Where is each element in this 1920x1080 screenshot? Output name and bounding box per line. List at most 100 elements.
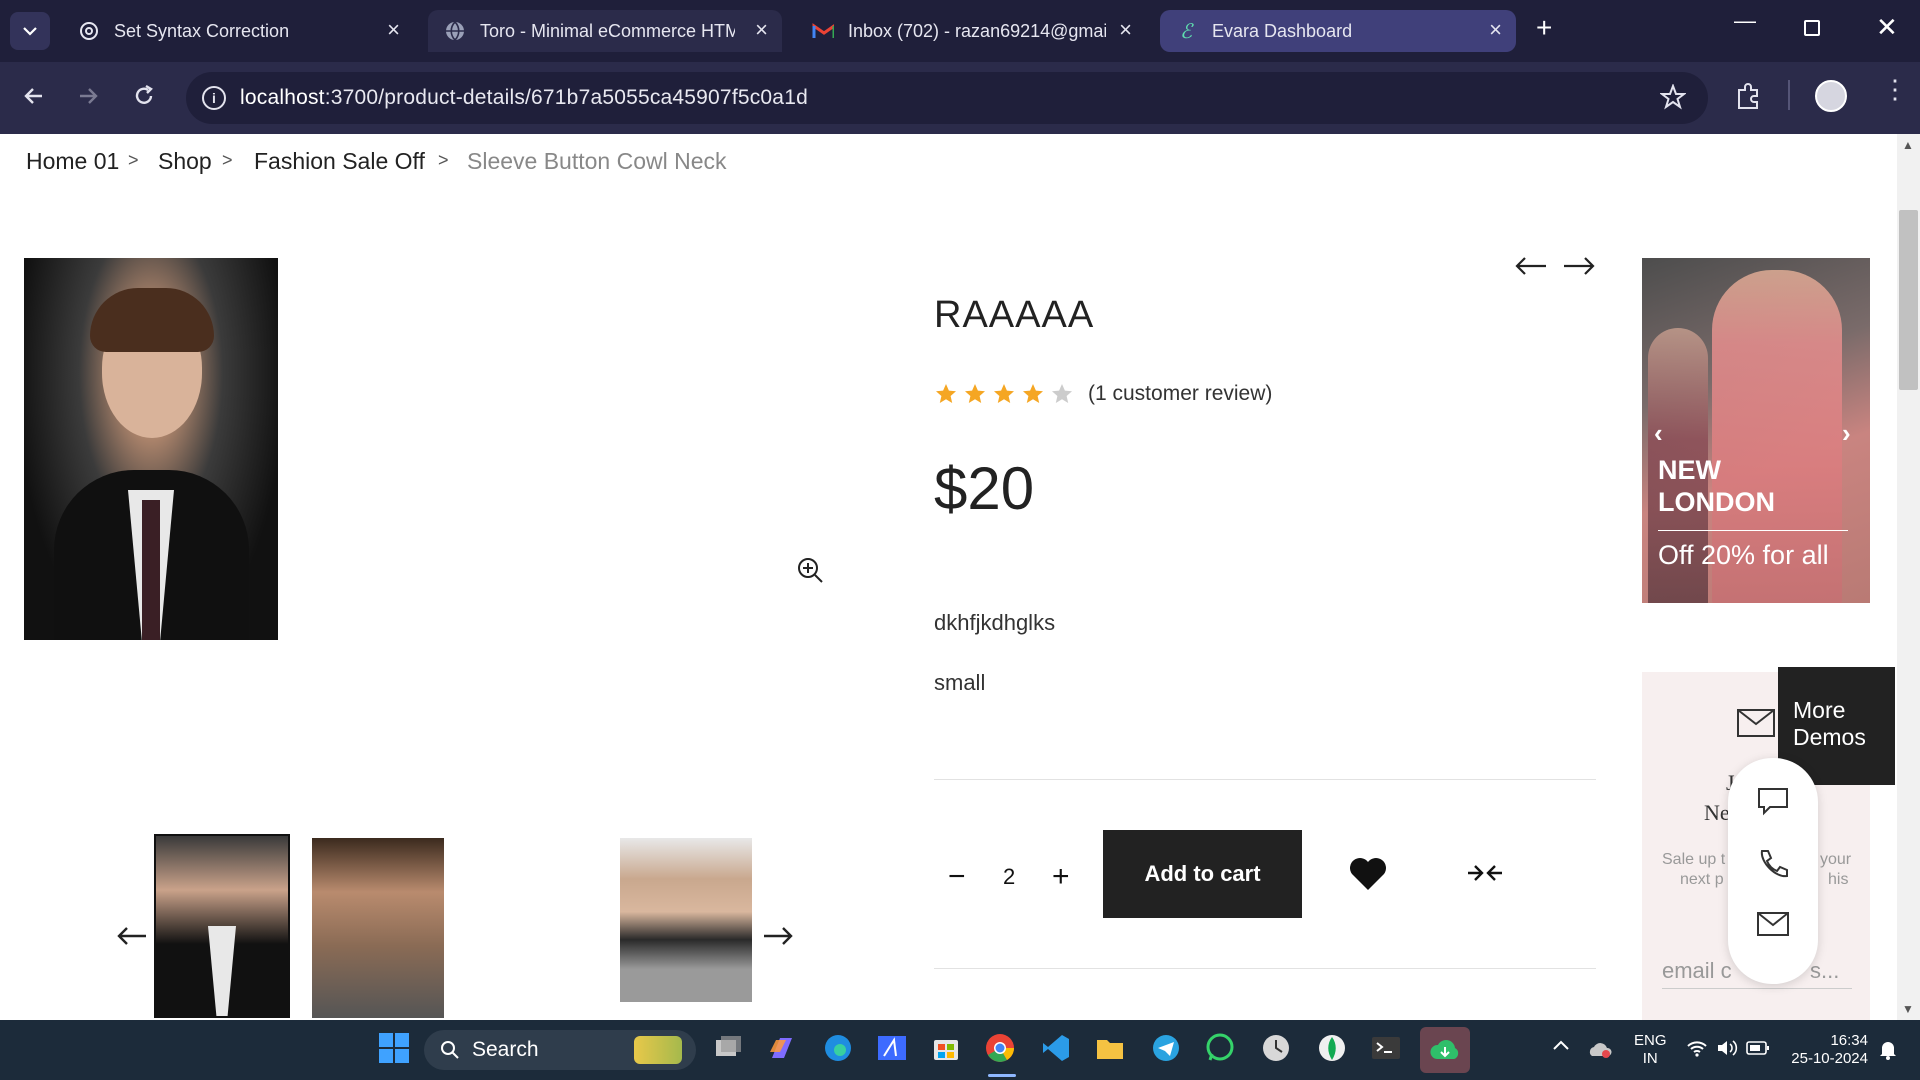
email-placeholder-part: email c (1662, 958, 1732, 983)
phone-icon[interactable] (1756, 848, 1790, 882)
microsoft-store-icon[interactable] (930, 1032, 966, 1068)
editor-app-icon[interactable] (876, 1032, 912, 1068)
product-size: small (934, 670, 986, 695)
windows-start-icon[interactable] (378, 1032, 414, 1068)
site-info-icon[interactable]: i (202, 86, 226, 110)
tab-gmail[interactable]: Inbox (702) - razan69214@gmail.c × (796, 10, 1146, 52)
url-text[interactable]: localhost:3700/product-details/671b7a505… (240, 86, 808, 110)
wishlist-heart-icon[interactable] (1348, 856, 1388, 892)
star-icon (994, 384, 1014, 403)
scroll-up-arrow-icon[interactable]: ▲ (1902, 138, 1914, 152)
bookmark-star-icon[interactable] (1659, 83, 1687, 115)
product-thumbnail[interactable] (312, 838, 444, 1018)
task-view-icon[interactable] (712, 1032, 748, 1068)
profile-avatar[interactable] (1815, 80, 1847, 112)
quantity-value[interactable]: 2 (1003, 864, 1015, 890)
clock-app-icon[interactable] (1260, 1032, 1296, 1068)
breadcrumb-home[interactable]: Home 01 (26, 148, 119, 175)
window-close-button[interactable]: ✕ (1876, 12, 1898, 43)
back-button[interactable] (22, 84, 46, 112)
star-icon (936, 384, 956, 403)
address-bar[interactable]: i localhost:3700/product-details/671b7a5… (186, 72, 1708, 124)
volume-icon[interactable] (1716, 1038, 1738, 1063)
edge-icon[interactable] (822, 1032, 858, 1068)
newsletter-email-input[interactable]: email c s... (1662, 958, 1839, 984)
more-menu-icon[interactable]: ⋮ (1882, 76, 1908, 102)
scrollbar-thumb[interactable] (1899, 210, 1918, 390)
onedrive-icon[interactable] (1588, 1038, 1612, 1065)
extensions-icon[interactable] (1734, 82, 1762, 115)
tab-set-syntax[interactable]: Set Syntax Correction × (62, 10, 414, 52)
globe-icon (444, 20, 466, 42)
reload-button[interactable] (132, 84, 156, 112)
tab-search-button[interactable] (10, 12, 50, 50)
quantity-decrease-button[interactable]: − (948, 862, 966, 892)
thumbnail-prev-arrow-icon[interactable] (116, 924, 148, 948)
system-clock[interactable]: 16:34 25-10-2024 (1790, 1032, 1868, 1068)
zoom-in-icon[interactable] (796, 556, 824, 584)
notification-bell-icon[interactable] (1878, 1038, 1898, 1065)
product-details-page: Home 01 > Shop > Fashion Sale Off > Slee… (0, 134, 1897, 1020)
add-to-cart-button[interactable]: Add to cart (1103, 830, 1302, 918)
product-main-image[interactable] (24, 258, 278, 640)
mail-icon (1737, 709, 1775, 737)
forward-button[interactable] (76, 84, 100, 112)
previous-product-arrow-icon[interactable] (1514, 254, 1548, 278)
banner-prev-icon[interactable]: ‹ (1654, 418, 1663, 449)
chat-icon[interactable] (1756, 786, 1790, 816)
windows-taskbar: Search ENG IN 16:34 25-10-2024 (0, 1020, 1920, 1080)
gmail-icon (812, 20, 834, 42)
close-icon[interactable]: × (755, 19, 768, 41)
reviews-link[interactable]: (1 customer review) (1088, 382, 1272, 406)
evara-icon: ℰ (1176, 20, 1198, 42)
compare-icon[interactable] (1466, 860, 1504, 886)
whatsapp-icon[interactable] (1204, 1032, 1240, 1068)
more-demos-line1: More (1793, 697, 1846, 723)
tab-evara-dashboard[interactable]: ℰ Evara Dashboard × (1160, 10, 1516, 52)
tray-expand-icon[interactable] (1552, 1038, 1570, 1057)
product-thumbnail[interactable] (154, 834, 290, 1018)
battery-icon[interactable] (1746, 1040, 1770, 1061)
email-underline (1662, 988, 1852, 989)
breadcrumb-shop[interactable]: Shop (158, 148, 212, 175)
breadcrumb-separator: > (438, 150, 449, 170)
copilot-icon[interactable] (766, 1032, 802, 1068)
banner-headline: NEW LONDON (1658, 454, 1775, 518)
language-indicator[interactable]: ENG IN (1634, 1032, 1667, 1068)
mail-icon[interactable] (1756, 910, 1790, 938)
banner-line1: NEW (1658, 455, 1721, 485)
banner-next-icon[interactable]: › (1842, 418, 1851, 449)
search-icon (441, 1041, 459, 1059)
divider (934, 968, 1596, 969)
clock-time: 16:34 (1830, 1032, 1868, 1049)
restore-button[interactable] (1804, 20, 1820, 36)
reload-icon (135, 84, 153, 104)
thumbnail-next-arrow-icon[interactable] (762, 924, 794, 948)
cloud-download-app-icon[interactable] (1420, 1027, 1470, 1073)
chrome-icon[interactable] (984, 1032, 1020, 1068)
product-thumbnail[interactable] (620, 838, 752, 1002)
newsletter-sub-part: your (1820, 851, 1852, 868)
file-explorer-icon[interactable] (1094, 1032, 1130, 1068)
close-icon[interactable]: × (387, 19, 400, 41)
newsletter-sub-part: Sale up t (1662, 851, 1726, 868)
quantity-increase-button[interactable]: + (1052, 862, 1070, 892)
close-icon[interactable]: × (1489, 19, 1502, 41)
url-host: localhost (240, 86, 325, 109)
vscode-icon[interactable] (1040, 1032, 1076, 1068)
minimize-button[interactable]: — (1734, 8, 1756, 34)
taskbar-search[interactable]: Search (424, 1030, 696, 1070)
tab-title: Set Syntax Correction (114, 20, 290, 41)
wifi-icon[interactable] (1686, 1038, 1708, 1063)
promo-banner[interactable]: ‹ › NEW LONDON Off 20% for all (1642, 258, 1870, 603)
breadcrumb-category[interactable]: Fashion Sale Off (254, 148, 425, 175)
mongodb-compass-icon[interactable] (1316, 1032, 1352, 1068)
terminal-icon[interactable] (1370, 1032, 1406, 1068)
telegram-icon[interactable] (1150, 1032, 1186, 1068)
scroll-down-arrow-icon[interactable]: ▼ (1902, 1002, 1914, 1016)
close-icon[interactable]: × (1119, 19, 1132, 41)
new-tab-button[interactable]: + (1536, 12, 1552, 44)
tab-toro[interactable]: Toro - Minimal eCommerce HTML × (428, 10, 782, 52)
next-product-arrow-icon[interactable] (1562, 254, 1596, 278)
search-label: Search (472, 1038, 539, 1061)
